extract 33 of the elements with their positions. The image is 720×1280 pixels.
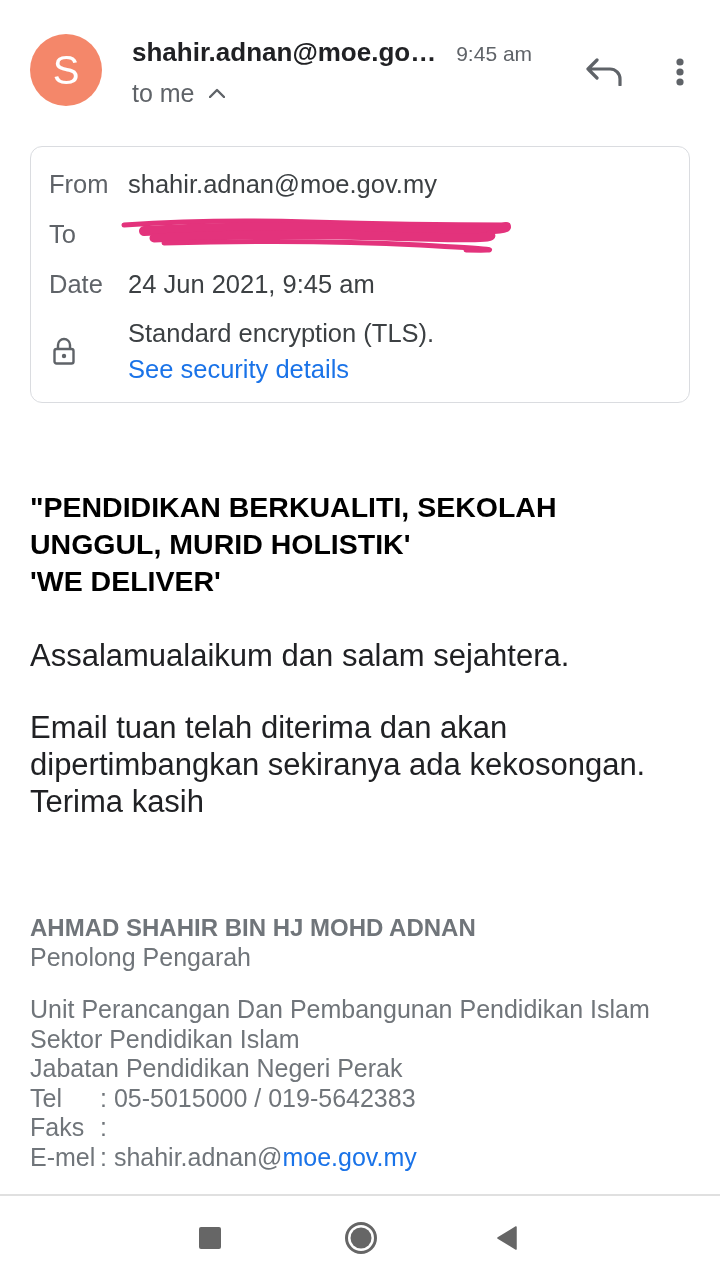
caret-up-icon[interactable] <box>208 88 225 98</box>
avatar: S <box>30 34 102 106</box>
field-value: 24 Jun 2021, 9:45 am <box>128 269 375 299</box>
recipient-summary[interactable]: to me <box>132 80 195 106</box>
contact-value: : <box>100 1113 108 1143</box>
sent-time: 9:45 am <box>456 41 533 67</box>
email-link[interactable]: moe.gov.my <box>282 1142 417 1171</box>
contact-label: Tel <box>30 1083 63 1113</box>
home-icon[interactable] <box>345 1222 377 1254</box>
more-options-icon[interactable] <box>676 58 684 86</box>
field-label: Date <box>48 269 103 299</box>
security-details-link[interactable]: See security details <box>128 351 350 387</box>
signature-name: AHMAD SHAHIR BIN HJ MOHD ADNAN <box>30 913 476 943</box>
organisation-line: Sektor Pendidikan Islam <box>30 1024 300 1054</box>
contact-label: Faks <box>30 1113 86 1143</box>
back-icon[interactable] <box>497 1226 517 1250</box>
organisation-line: Unit Perancangan Dan Pembangunan Pendidikan Islam <box>30 995 650 1025</box>
signature-title: Penolong Pengarah <box>30 942 252 972</box>
organisation-line: Jabatan Pendidikan Negeri Perak <box>30 1054 403 1084</box>
contact-value: : 05-5015000 / 019-5642383 <box>100 1083 417 1113</box>
heading-line: 'WE DELIVER' <box>30 565 221 597</box>
field-label: To <box>48 219 76 249</box>
contact-value: : shahir.adnan@moe.gov.my <box>100 1142 417 1172</box>
heading-line: "PENDIDIKAN BERKUALITI, SEKOLAH UNGGUL, MURID HOLISTIK' <box>30 491 557 560</box>
field-label: From <box>48 169 109 199</box>
reply-icon[interactable] <box>586 58 622 86</box>
lock-icon <box>53 337 75 365</box>
message-paragraph: Assalamualaikum dan salam sejahtera. <box>30 638 571 674</box>
sender-name: shahir.adnan@moe.go… <box>132 36 437 68</box>
contact-label: E-mel <box>30 1142 97 1172</box>
encryption-text: Standard encryption (TLS). <box>128 318 435 349</box>
message-paragraph: Email tuan telah diterima dan akan dipertimbangkan sekiranya ada kekosongan. Terima kasih <box>30 709 647 820</box>
field-value: shahir.adnan@moe.gov.my <box>128 169 437 199</box>
